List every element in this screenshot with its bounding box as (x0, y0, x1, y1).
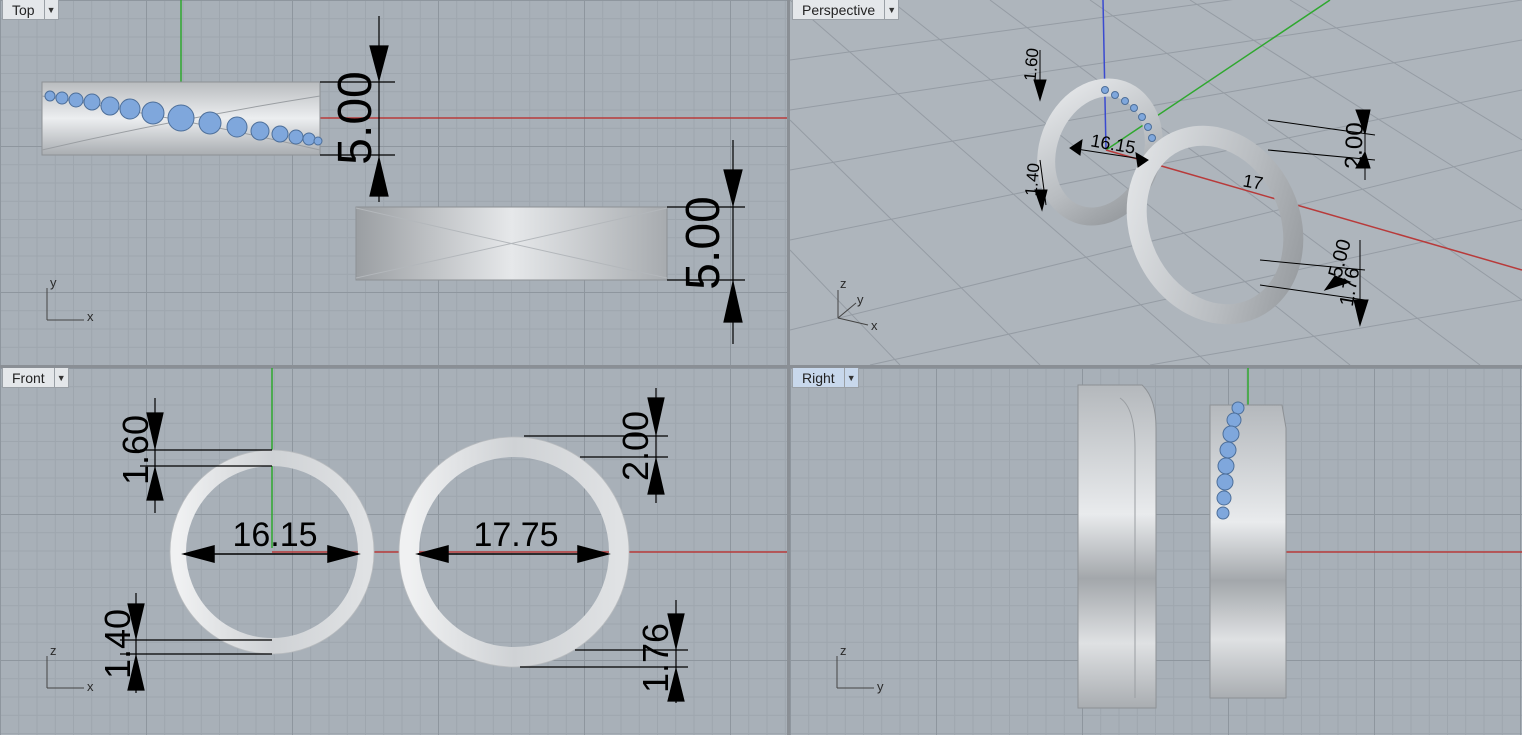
axis-label: z (50, 643, 57, 658)
viewport-tab-right[interactable]: Right ▼ (792, 368, 859, 388)
viewport-tab-front[interactable]: Front ▼ (2, 368, 69, 388)
dropdown-arrow-icon[interactable]: ▼ (843, 368, 858, 387)
viewport-perspective[interactable]: Perspective ▼ 1.60 16.15 1.40 2.00 5.00 … (790, 0, 1522, 365)
dimension-label: 1.40 (1022, 162, 1044, 197)
axis-label: x (87, 679, 94, 694)
viewport-tab-top[interactable]: Top ▼ (2, 0, 59, 20)
axis-label: x (87, 309, 94, 324)
dropdown-arrow-icon[interactable]: ▼ (53, 368, 68, 387)
axis-label: z (840, 643, 847, 658)
dropdown-arrow-icon[interactable]: ▼ (884, 0, 898, 19)
viewport-label: Top (12, 2, 35, 18)
dimension-label: 1.60 (1021, 47, 1043, 82)
viewport-right[interactable]: Right ▼ z y (790, 368, 1522, 735)
dimension-label: 2.00 (1340, 122, 1369, 170)
axis-indicator (837, 290, 869, 326)
viewport-label: Perspective (802, 2, 876, 18)
axis-label: y (877, 679, 884, 694)
ring-gemmed (41, 81, 323, 156)
viewport-label: Front (12, 370, 45, 386)
dropdown-arrow-icon[interactable]: ▼ (43, 0, 58, 19)
ring-gemmed (1209, 401, 1287, 699)
dimension-label: 1.40 (97, 609, 138, 679)
axis-label: y (50, 275, 57, 290)
ring-plain (1077, 384, 1157, 709)
axis-label: x (871, 318, 878, 333)
x-axis-line (1105, 149, 1522, 271)
dimension-label: 5.00 (329, 71, 382, 164)
front-view-canvas: 16.15 17.75 1.60 2.00 1.40 1.76 z x (46, 368, 787, 703)
axis-indicator (46, 656, 84, 689)
ring-plain (355, 206, 668, 281)
z-axis-line (1102, 0, 1107, 151)
axis-label: y (857, 292, 864, 307)
perspective-grid (790, 0, 1522, 365)
axis-indicator (836, 656, 874, 689)
dimension-label: 1.60 (115, 415, 156, 485)
perspective-canvas: 1.60 16.15 1.40 2.00 5.00 1.76 17 z y x (790, 0, 1522, 365)
dimension-label: 17.75 (473, 516, 558, 554)
viewport-label: Right (802, 370, 835, 386)
viewport-top[interactable]: Top ▼ 5.00 5.00 y x (0, 0, 787, 365)
dimension-label: 1.76 (635, 623, 676, 693)
viewport-front[interactable]: Front ▼ 16.15 17.75 1.60 2.00 1.40 1.76 … (0, 368, 787, 735)
dimension-label: 16.15 (232, 516, 317, 554)
right-view-canvas: z y (836, 368, 1522, 709)
dimension-label: 17 (1241, 171, 1264, 194)
axis-indicator (46, 288, 84, 321)
dimension-label: 5.00 (677, 196, 730, 289)
top-view-canvas: 5.00 5.00 y x (41, 0, 787, 344)
axis-label: z (840, 276, 847, 291)
dimension-label: 2.00 (615, 411, 656, 481)
viewport-tab-perspective[interactable]: Perspective ▼ (792, 0, 900, 20)
